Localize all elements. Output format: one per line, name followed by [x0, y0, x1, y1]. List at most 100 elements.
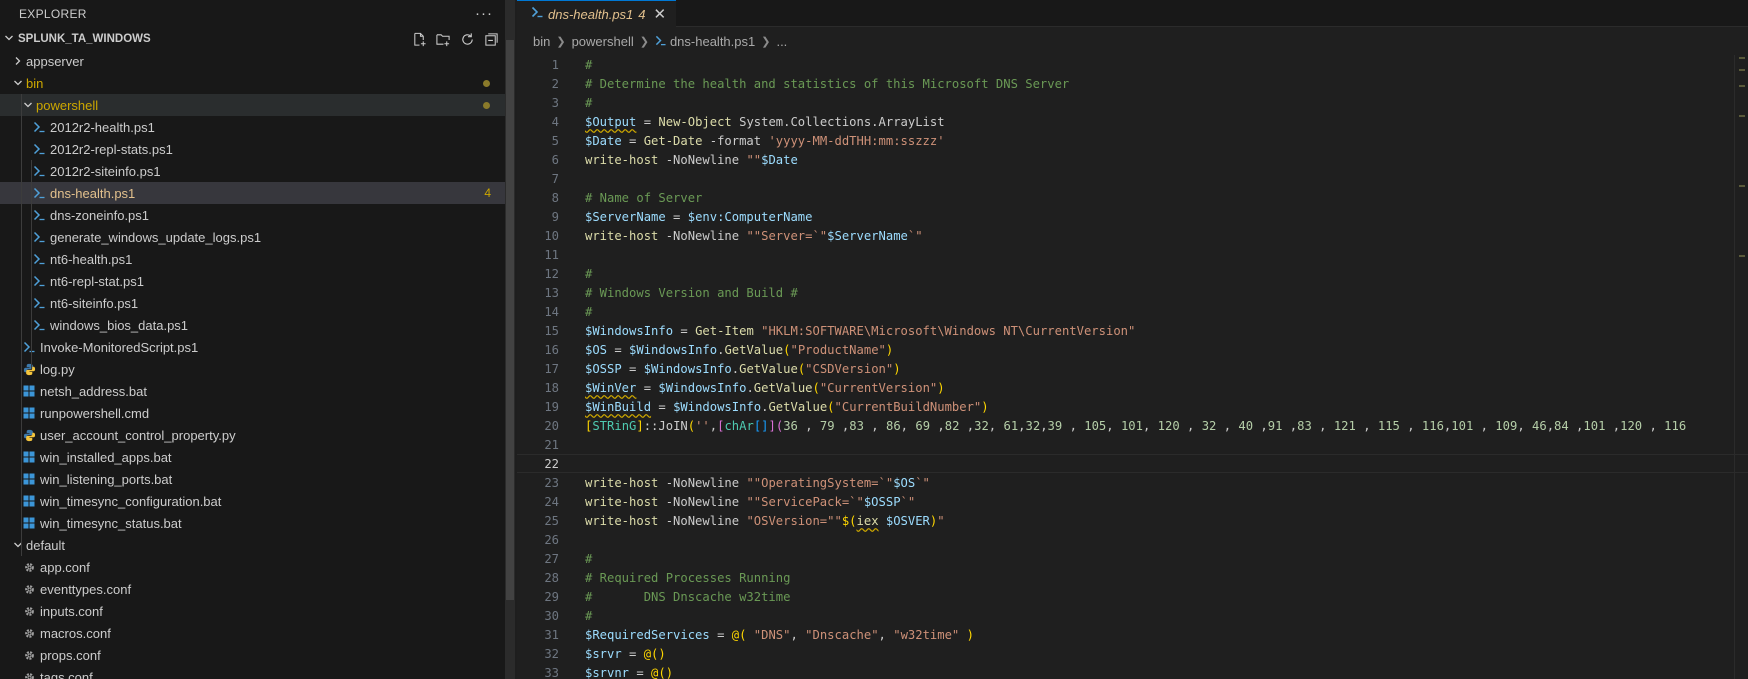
tree-file[interactable]: 2012r2-health.ps1: [0, 116, 507, 138]
code-view[interactable]: 1 #2 # Determine the health and statistics…: [517, 55, 1748, 679]
tree-file[interactable]: 2012r2-siteinfo.ps1: [0, 160, 507, 182]
code-line[interactable]: 26: [517, 530, 1748, 549]
tree-file[interactable]: nt6-repl-stat.ps1: [0, 270, 507, 292]
tree-file[interactable]: log.py: [0, 358, 507, 380]
tree-file[interactable]: windows_bios_data.ps1: [0, 314, 507, 336]
tree-file[interactable]: eventtypes.conf: [0, 578, 507, 600]
code-line[interactable]: 16 $OS = $WindowsInfo.GetValue("ProductNa…: [517, 340, 1748, 359]
new-folder-icon[interactable]: [435, 31, 451, 47]
code-line[interactable]: 20 [STRinG]::JoIN('',[chAr[]](36 , 79 ,83…: [517, 416, 1748, 435]
collapse-all-icon[interactable]: [483, 31, 499, 47]
code-line[interactable]: 11: [517, 245, 1748, 264]
tree-file[interactable]: Invoke-MonitoredScript.ps1: [0, 336, 507, 358]
tab-dns-health[interactable]: dns-health.ps1 4 ✕: [517, 0, 677, 27]
code-token: =: [621, 133, 644, 148]
tree-item-label: 2012r2-repl-stats.ps1: [50, 141, 173, 157]
code-line[interactable]: 15 $WindowsInfo = Get-Item "HKLM:SOFTWARE…: [517, 321, 1748, 340]
code-line[interactable]: 27 #: [517, 549, 1748, 568]
modified-indicator: [483, 101, 490, 109]
tree-file[interactable]: win_installed_apps.bat: [0, 446, 507, 468]
tree-file[interactable]: nt6-health.ps1: [0, 248, 507, 270]
code-line[interactable]: 14 #: [517, 302, 1748, 321]
tree-folder[interactable]: bin: [0, 72, 507, 94]
code-line[interactable]: 18 $WinVer = $WindowsInfo.GetValue("Curre…: [517, 378, 1748, 397]
tree-file[interactable]: app.conf: [0, 556, 507, 578]
code-token: ,: [1517, 418, 1532, 433]
tree-folder[interactable]: powershell: [0, 94, 507, 116]
code-line[interactable]: 13 # Windows Version and Build #: [517, 283, 1748, 302]
refresh-icon[interactable]: [459, 31, 475, 47]
code-line[interactable]: 9 $ServerName = $env:ComputerName: [517, 207, 1748, 226]
tree-file[interactable]: macros.conf: [0, 622, 507, 644]
code-token: "OSVersion="": [746, 513, 842, 528]
code-line[interactable]: 29 # DNS Dnscache w32time: [517, 587, 1748, 606]
code-line[interactable]: 4 $Output = New-Object System.Collections…: [517, 112, 1748, 131]
tree-file[interactable]: netsh_address.bat: [0, 380, 507, 402]
close-icon[interactable]: ✕: [654, 5, 667, 23]
code-line[interactable]: 22: [517, 454, 1748, 473]
line-number: 7: [551, 171, 559, 186]
breadcrumb-bin[interactable]: bin: [533, 34, 550, 49]
code-line[interactable]: 7: [517, 169, 1748, 188]
tree-file[interactable]: inputs.conf: [0, 600, 507, 622]
line-number: 6: [551, 152, 559, 167]
line-number: 2: [551, 76, 559, 91]
tree-file[interactable]: 2012r2-repl-stats.ps1: [0, 138, 507, 160]
code-line[interactable]: 32 $srvr = @(): [517, 644, 1748, 663]
code-line[interactable]: 25 write-host -NoNewline "OSVersion=""$(i…: [517, 511, 1748, 530]
code-line[interactable]: 5 $Date = Get-Date -format 'yyyy-MM-ddTHH…: [517, 131, 1748, 150]
tree-file[interactable]: nt6-siteinfo.ps1: [0, 292, 507, 314]
code-line[interactable]: 28 # Required Processes Running: [517, 568, 1748, 587]
tree-item-label: win_installed_apps.bat: [40, 449, 172, 465]
code-token: -NoNewline: [658, 494, 747, 509]
tree-file[interactable]: win_listening_ports.bat: [0, 468, 507, 490]
code-token: ,: [1546, 418, 1555, 433]
code-token: "DNS": [753, 627, 791, 642]
code-line[interactable]: 21: [517, 435, 1748, 454]
code-line[interactable]: 12 #: [517, 264, 1748, 283]
more-actions-icon[interactable]: ···: [475, 5, 493, 22]
tree-file[interactable]: user_account_control_property.py: [0, 424, 507, 446]
code-line[interactable]: 6 write-host -NoNewline ""$Date: [517, 150, 1748, 169]
code-line[interactable]: 1 #: [517, 55, 1748, 74]
code-line[interactable]: 23 write-host -NoNewline ""OperatingSyste…: [517, 473, 1748, 492]
tree-file[interactable]: runpowershell.cmd: [0, 402, 507, 424]
tree-file[interactable]: tags.conf: [0, 666, 507, 679]
code-line[interactable]: 33 $srvnr = @(): [517, 663, 1748, 679]
code-token: ,: [834, 418, 850, 433]
new-file-icon[interactable]: [411, 31, 427, 47]
code-line[interactable]: 2 # Determine the health and statistics o…: [517, 74, 1748, 93]
workspace-folder-header[interactable]: SPLUNK_TA_WINDOWS: [0, 28, 507, 50]
code-token: -format: [702, 133, 769, 148]
tree-item-label: win_listening_ports.bat: [40, 471, 173, 487]
sidebar-scrollbar-thumb[interactable]: [506, 40, 514, 600]
code-token: $srvnr: [585, 665, 630, 679]
breadcrumb-symbol[interactable]: ...: [776, 34, 787, 49]
code-line[interactable]: 8 # Name of Server: [517, 188, 1748, 207]
chevron-right-icon: ❯: [761, 35, 771, 48]
tree-file[interactable]: props.conf: [0, 644, 507, 666]
tree-file[interactable]: win_timesync_status.bat: [0, 512, 507, 534]
tree-file[interactable]: generate_windows_update_logs.ps1: [0, 226, 507, 248]
code-line[interactable]: 3 #: [517, 93, 1748, 112]
tree-folder[interactable]: default: [0, 534, 507, 556]
editor-overview-ruler[interactable]: [1734, 55, 1748, 679]
breadcrumb-file[interactable]: dns-health.ps1: [670, 34, 755, 49]
tree-file[interactable]: dns-health.ps1 4: [0, 182, 507, 204]
tree-folder[interactable]: appserver: [0, 50, 507, 72]
code-line[interactable]: 30 #: [517, 606, 1748, 625]
code-token: 39: [1047, 418, 1063, 433]
code-token: #: [585, 551, 593, 566]
code-line[interactable]: 19 $WinBuild = $WindowsInfo.GetValue("Cur…: [517, 397, 1748, 416]
gear-icon: [20, 627, 38, 640]
breadcrumb-powershell[interactable]: powershell: [572, 34, 634, 49]
line-content: #: [585, 609, 592, 623]
code-line[interactable]: 10 write-host -NoNewline ""Server=`"$Serv…: [517, 226, 1748, 245]
tree-file[interactable]: win_timesync_configuration.bat: [0, 490, 507, 512]
code-line[interactable]: 17 $OSSP = $WindowsInfo.GetValue("CSDVers…: [517, 359, 1748, 378]
tree-file[interactable]: dns-zoneinfo.ps1: [0, 204, 507, 226]
code-line[interactable]: 31 $RequiredServices = @( "DNS", "Dnscach…: [517, 625, 1748, 644]
code-line[interactable]: 24 write-host -NoNewline ""ServicePack=`"…: [517, 492, 1748, 511]
code-token: $OS: [585, 342, 608, 357]
tree-item-label: macros.conf: [40, 625, 111, 641]
